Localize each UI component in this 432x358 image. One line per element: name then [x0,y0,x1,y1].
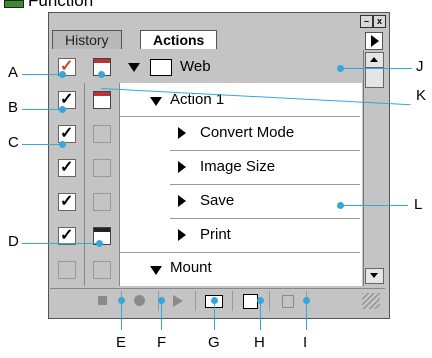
expand-triangle-icon[interactable] [128,63,140,72]
command-label: Image Size [200,158,276,175]
command-label: Save [200,192,235,209]
callout-label: A [8,64,19,81]
command-row[interactable]: ✓ Save [50,185,362,218]
scrollbar[interactable] [363,50,384,286]
page-title: Function [28,0,94,10]
action-set-row[interactable]: ✓ Web [50,50,362,83]
stop-button[interactable] [85,291,122,311]
callout-label: D [8,233,19,250]
action-dialog-toggle[interactable] [93,261,111,279]
command-dialog-toggle[interactable] [93,125,111,143]
callout-dot [59,141,66,148]
action-row[interactable]: Mount [50,253,362,286]
callout-label: K [416,87,427,104]
callout-label: C [8,134,19,151]
callout-dot [158,297,165,304]
folder-icon [150,59,172,76]
callout-label: H [254,334,265,351]
callout-line [214,300,215,330]
set-label: Web [180,58,211,75]
command-dialog-toggle[interactable] [93,159,111,177]
scroll-up-button[interactable] [365,52,384,68]
callout-line [260,300,261,330]
expand-triangle-icon[interactable] [150,266,162,275]
callout-dot [96,240,103,247]
collapse-triangle-icon[interactable] [178,195,186,207]
record-icon [134,295,145,306]
tab-history[interactable]: History [52,30,122,49]
callout-label: G [208,334,220,351]
callout-line [22,144,62,145]
callout-line [161,300,162,330]
callout-dot [118,297,125,304]
collapse-triangle-icon[interactable] [178,161,186,173]
expand-triangle-icon[interactable] [150,97,162,106]
callout-line [121,300,122,330]
callout-label: L [414,196,423,213]
callout-label: E [116,334,127,351]
collapse-triangle-icon[interactable] [178,229,186,241]
callout-line [340,68,412,69]
callout-label: F [157,334,167,351]
callout-dot [98,71,105,78]
callout-line [22,243,98,244]
callout-label: I [303,334,308,351]
command-row[interactable]: ✓ Convert Mode [50,117,362,150]
close-button[interactable]: x [373,15,386,28]
panel-menu-button[interactable] [365,32,383,50]
arrow-down-icon [370,273,378,278]
command-label: Convert Mode [200,124,295,141]
callout-label: J [416,58,424,75]
actions-list: ✓ Web ✓ Action 1 ✓ Convert Mode ✓ Image … [50,50,362,286]
play-icon [173,295,183,307]
callout-dot [59,106,66,113]
command-checkbox[interactable]: ✓ [58,193,76,211]
callout-line [340,205,408,206]
action-label: Mount [170,259,212,276]
callout-line [22,74,62,75]
resize-grip[interactable] [362,293,380,309]
action-dialog-toggle[interactable] [93,91,111,109]
stop-icon [98,296,107,305]
collapse-triangle-icon[interactable] [178,127,186,139]
record-button[interactable] [122,291,159,311]
command-dialog-toggle[interactable] [93,193,111,211]
callout-label: B [8,99,19,116]
new-action-button[interactable] [233,291,270,311]
command-checkbox[interactable]: ✓ [58,159,76,177]
scroll-thumb[interactable] [365,68,384,88]
command-label: Print [200,226,231,243]
scroll-down-button[interactable] [365,268,384,284]
callout-dot [257,297,264,304]
callout-dot [59,71,66,78]
delete-icon [282,295,294,308]
new-action-icon [243,294,258,309]
tab-actions[interactable]: Actions [140,30,218,49]
folder-icon [4,0,24,8]
command-row[interactable]: ✓ Image Size [50,151,362,184]
callout-line [306,300,307,330]
delete-button[interactable] [270,291,307,311]
arrow-up-icon [370,57,378,62]
action-checkbox[interactable] [58,261,76,279]
panel-menu-icon [371,35,379,47]
callout-line [22,109,62,110]
callout-dot [211,297,218,304]
command-row[interactable]: ✓ Print [50,219,362,252]
callout-dot [303,297,310,304]
minimize-button[interactable]: – [360,15,373,28]
